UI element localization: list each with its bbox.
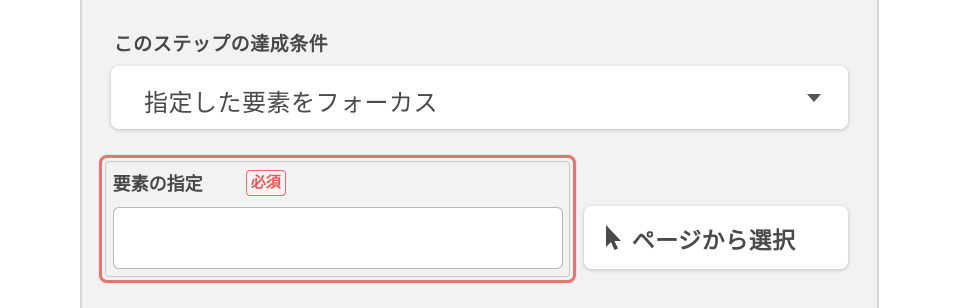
- required-badge: 必須: [246, 170, 287, 196]
- cursor-arrow-icon: [606, 224, 621, 250]
- condition-select[interactable]: 指定した要素をフォーカス: [111, 66, 848, 129]
- condition-label: このステップの達成条件: [114, 33, 329, 55]
- pick-from-page-button[interactable]: ページから選択: [584, 206, 848, 269]
- condition-select-value: 指定した要素をフォーカス: [144, 89, 438, 117]
- chevron-down-icon: [807, 94, 821, 102]
- pick-from-page-label: ページから選択: [632, 227, 797, 254]
- element-field-label: 要素の指定: [113, 174, 203, 195]
- element-selector-input[interactable]: [113, 207, 563, 269]
